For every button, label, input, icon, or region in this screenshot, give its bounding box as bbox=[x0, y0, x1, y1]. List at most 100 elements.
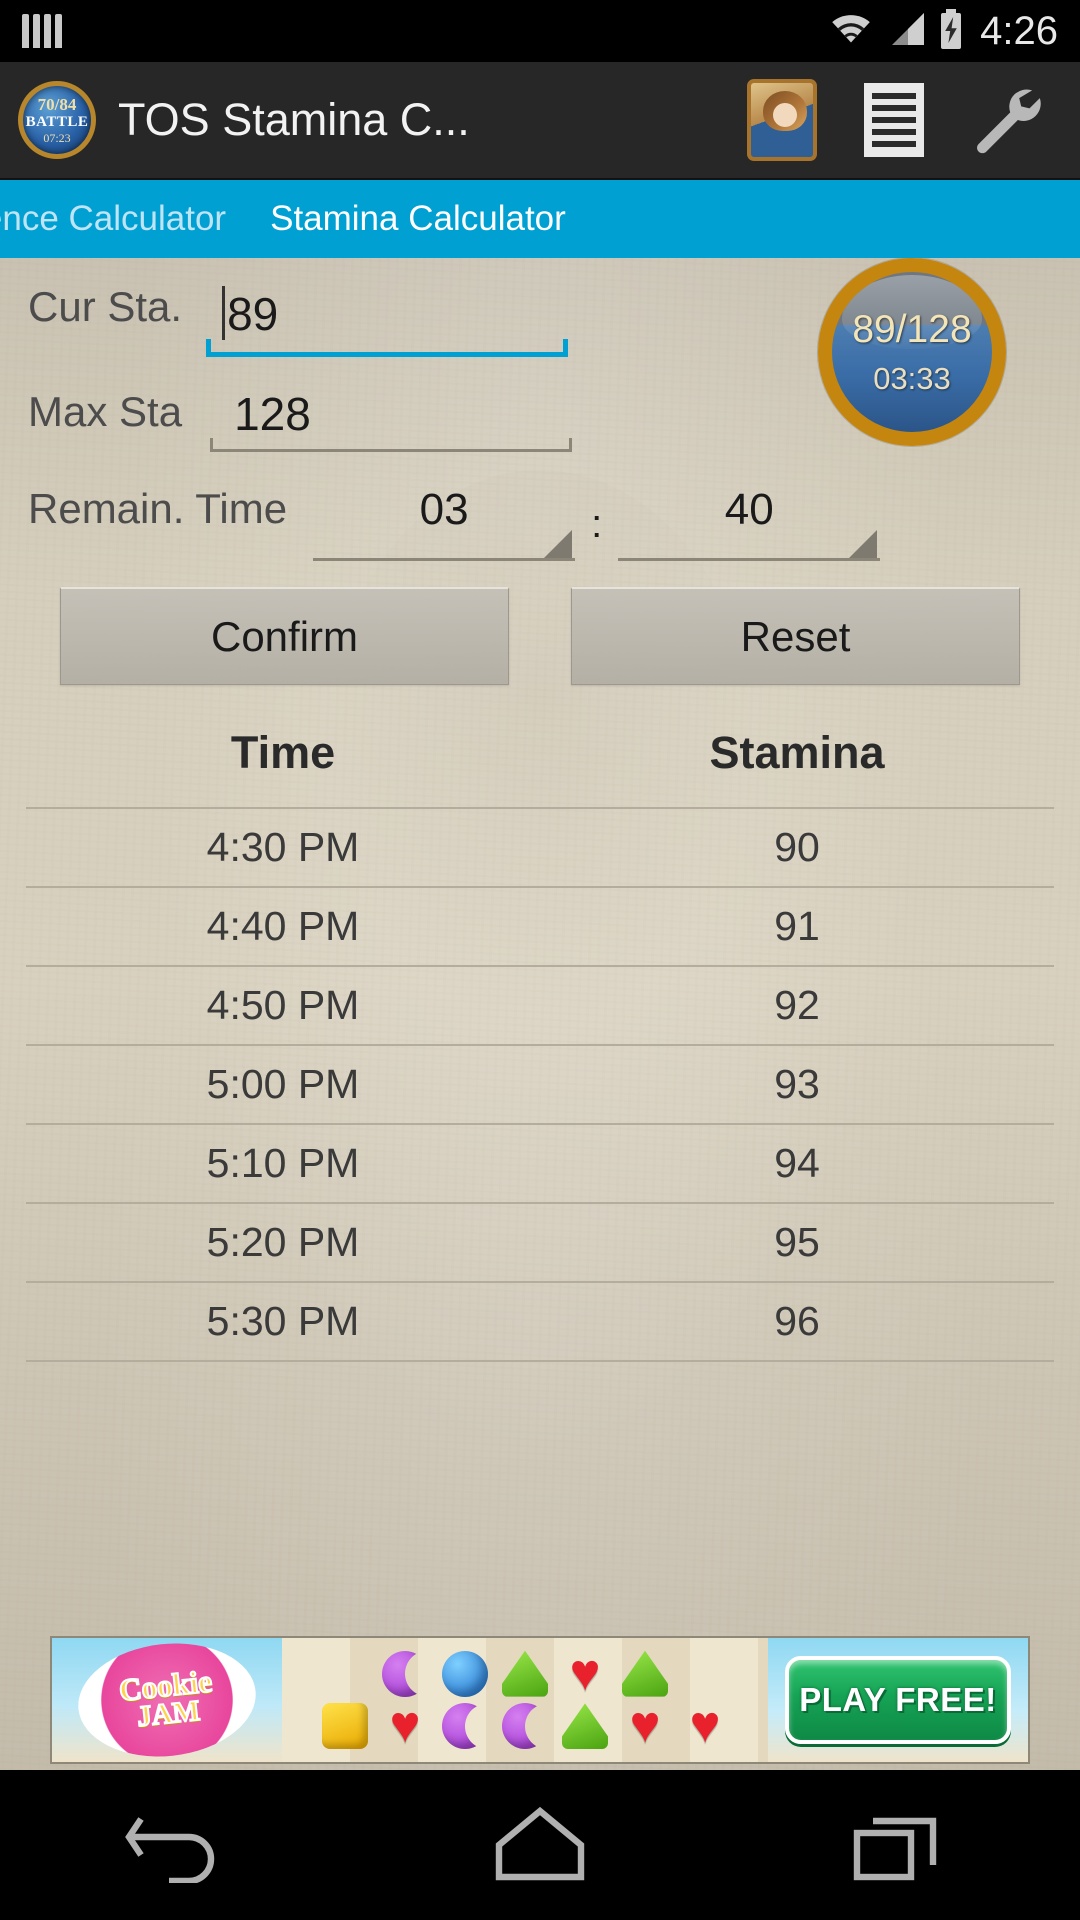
cur-sta-value-wrap: 89 bbox=[206, 286, 568, 352]
cur-sta-label: Cur Sta. bbox=[28, 283, 183, 330]
cell-stamina: 91 bbox=[774, 903, 820, 949]
remain-time-label: Remain. Time bbox=[28, 485, 288, 532]
table-row[interactable]: 5:20 PM 95 bbox=[26, 1202, 1054, 1281]
cell-time: 5:30 PM bbox=[206, 1298, 360, 1344]
list-button[interactable] bbox=[838, 65, 950, 175]
cell-time: 4:40 PM bbox=[206, 903, 360, 949]
android-nav-bar bbox=[0, 1770, 1080, 1920]
minutes-spinner[interactable]: 40 bbox=[618, 485, 881, 561]
candy-row-top bbox=[290, 1650, 760, 1697]
phone-screen: 4:26 70/84 BATTLE 07:23 TOS Stamina C... bbox=[0, 0, 1080, 1920]
status-bar: 4:26 bbox=[0, 0, 1080, 62]
candy-heart-icon bbox=[622, 1703, 668, 1749]
table-row[interactable]: 5:30 PM 96 bbox=[26, 1281, 1054, 1360]
status-bar-clock: 4:26 bbox=[980, 9, 1058, 53]
status-bar-left bbox=[22, 14, 62, 48]
orb-stamina-value: 89/128 bbox=[852, 308, 972, 351]
reset-button[interactable]: Reset bbox=[571, 587, 1020, 685]
ad-cta-area[interactable]: PLAY FREE! bbox=[768, 1638, 1028, 1762]
settings-button[interactable] bbox=[950, 65, 1062, 175]
app-icon-line2: BATTLE bbox=[25, 113, 89, 130]
action-bar: 70/84 BATTLE 07:23 TOS Stamina C... bbox=[0, 62, 1080, 180]
tab-stamina-calculator[interactable]: Stamina Calculator bbox=[248, 180, 588, 258]
status-bar-right: 4:26 bbox=[828, 8, 1058, 54]
app-icon-line1: 70/84 bbox=[37, 94, 77, 114]
cell-time: 5:00 PM bbox=[206, 1061, 360, 1107]
play-free-button[interactable]: PLAY FREE! bbox=[785, 1656, 1011, 1744]
card-button[interactable] bbox=[726, 65, 838, 175]
cell-stamina: 96 bbox=[774, 1298, 820, 1344]
hours-spinner-line bbox=[313, 558, 576, 561]
cell-stamina: 95 bbox=[774, 1219, 820, 1265]
tos-app-icon: 70/84 BATTLE 07:23 bbox=[18, 81, 96, 159]
action-bar-actions bbox=[726, 65, 1062, 175]
candy-green-icon bbox=[502, 1650, 548, 1697]
candy-heart-icon bbox=[562, 1651, 608, 1697]
battery-charging-icon bbox=[938, 8, 964, 54]
table-row[interactable]: 5:10 PM 94 bbox=[26, 1123, 1054, 1202]
main-content: 89/128 03:33 Cur Sta. 89 Max Sta 128 Rem… bbox=[0, 258, 1080, 1770]
home-icon bbox=[485, 1803, 595, 1888]
button-row: Confirm Reset bbox=[0, 587, 1080, 685]
ad-brand-line2: JAM bbox=[135, 1694, 203, 1734]
remain-time-row: Remain. Time 03 : 40 bbox=[0, 452, 1080, 561]
tab-bar[interactable]: erience Calculator Stamina Calculator bbox=[0, 180, 1080, 258]
hours-value: 03 bbox=[419, 485, 469, 534]
candy-moon-icon bbox=[382, 1651, 428, 1697]
cur-sta-input[interactable]: 89 bbox=[227, 288, 278, 340]
cell-stamina: 94 bbox=[774, 1140, 820, 1186]
chevron-down-icon bbox=[544, 530, 573, 558]
candy-green-icon bbox=[562, 1703, 608, 1750]
cell-stamina: 92 bbox=[774, 982, 820, 1028]
candy-row-bottom bbox=[290, 1703, 760, 1750]
confirm-button[interactable]: Confirm bbox=[60, 587, 509, 685]
text-caret bbox=[222, 286, 226, 340]
back-icon bbox=[125, 1803, 235, 1888]
candy-yellow-icon bbox=[322, 1703, 368, 1750]
cellular-signal-icon bbox=[886, 11, 926, 52]
table-row[interactable]: 4:50 PM 92 bbox=[26, 965, 1054, 1044]
table-row[interactable]: 5:00 PM 93 bbox=[26, 1044, 1054, 1123]
cookie-jam-logo: Cookie JAM bbox=[72, 1638, 262, 1762]
table-row[interactable]: 4:30 PM 90 bbox=[26, 807, 1054, 886]
cell-time: 5:10 PM bbox=[206, 1140, 360, 1186]
cell-stamina: 90 bbox=[774, 824, 820, 870]
max-sta-label: Max Sta bbox=[28, 388, 183, 435]
wifi-icon bbox=[828, 11, 874, 52]
candy-heart-icon bbox=[382, 1703, 428, 1749]
hours-spinner[interactable]: 03 bbox=[313, 485, 576, 561]
ad-artwork bbox=[282, 1638, 768, 1762]
candy-moon-icon bbox=[442, 1703, 488, 1749]
nav-recents-button[interactable] bbox=[800, 1770, 1000, 1920]
candy-green-icon bbox=[622, 1650, 668, 1697]
time-separator: : bbox=[591, 502, 603, 546]
play-free-label: PLAY FREE! bbox=[799, 1681, 997, 1718]
nav-back-button[interactable] bbox=[80, 1770, 280, 1920]
max-sta-value-wrap: 128 bbox=[210, 391, 572, 449]
app-bars-icon bbox=[22, 14, 62, 48]
stamina-orb: 89/128 03:33 bbox=[818, 258, 1006, 446]
minutes-spinner-line bbox=[618, 558, 881, 561]
card-icon bbox=[747, 79, 817, 161]
app-icon-line3: 07:23 bbox=[43, 131, 71, 146]
ad-logo-area: Cookie JAM bbox=[52, 1638, 282, 1762]
ad-banner[interactable]: Cookie JAM ♥ ♥ ♥ ♥ PLAY FREE! bbox=[50, 1636, 1030, 1764]
table-bottom-divider bbox=[26, 1360, 1054, 1362]
stamina-table: Time Stamina 4:30 PM 90 4:40 PM 91 4:50 … bbox=[0, 727, 1080, 1362]
candy-blue-icon bbox=[442, 1650, 488, 1697]
cell-stamina: 93 bbox=[774, 1061, 820, 1107]
list-icon bbox=[864, 83, 924, 157]
max-sta-input[interactable]: 128 bbox=[234, 388, 311, 440]
table-header-row: Time Stamina bbox=[26, 727, 1054, 807]
stamina-form: 89/128 03:33 Cur Sta. 89 Max Sta 128 Rem… bbox=[0, 258, 1080, 1362]
max-sta-field[interactable]: 128 bbox=[210, 391, 573, 452]
tab-experience-calculator[interactable]: erience Calculator bbox=[0, 180, 248, 258]
cur-sta-field[interactable]: 89 bbox=[206, 286, 569, 357]
wrench-icon bbox=[964, 76, 1048, 165]
table-row[interactable]: 4:40 PM 91 bbox=[26, 886, 1054, 965]
orb-timer-value: 03:33 bbox=[873, 361, 951, 396]
chevron-down-icon bbox=[849, 530, 878, 558]
nav-home-button[interactable] bbox=[440, 1770, 640, 1920]
cell-time: 4:30 PM bbox=[206, 824, 360, 870]
minutes-value: 40 bbox=[724, 485, 774, 534]
